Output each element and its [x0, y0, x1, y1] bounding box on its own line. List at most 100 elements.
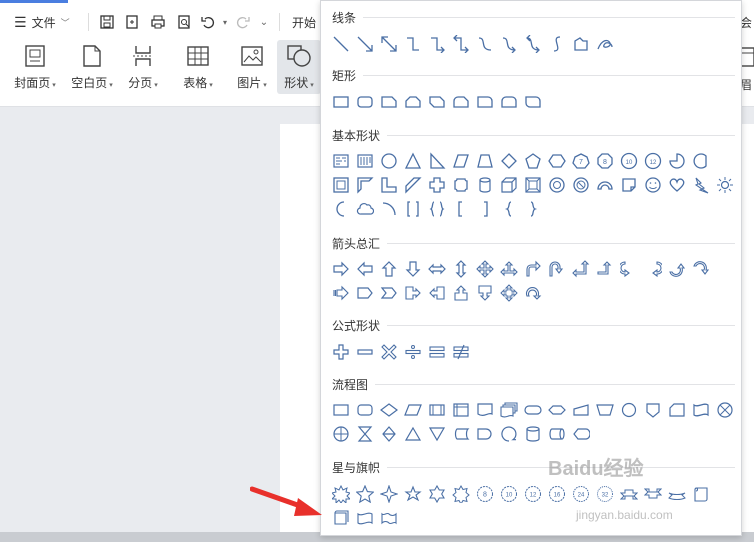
l-shape-icon[interactable] [377, 173, 401, 197]
curved-left-arrow-shape-icon[interactable] [641, 257, 665, 281]
freeform-shape-icon[interactable] [569, 32, 593, 56]
down-arrow-callout-shape-icon[interactable] [473, 281, 497, 305]
bevel-shape-icon[interactable] [521, 173, 545, 197]
curved-double-arrow-connector-shape-icon[interactable] [521, 32, 545, 56]
curved-up-arrow-shape-icon[interactable] [665, 257, 689, 281]
flowchart-or-icon[interactable] [329, 422, 353, 446]
arc-shape-icon[interactable] [377, 197, 401, 221]
frame-shape-icon[interactable] [329, 173, 353, 197]
right-brace-shape-icon[interactable] [521, 197, 545, 221]
bent-arrow-shape-icon[interactable] [521, 257, 545, 281]
left-right-up-arrow-shape-icon[interactable] [497, 257, 521, 281]
flowchart-collate-icon[interactable] [353, 422, 377, 446]
six-point-star-shape-icon[interactable] [425, 482, 449, 506]
round-same-side-rectangle-shape-icon[interactable] [497, 90, 521, 114]
hexagon-shape-icon[interactable] [545, 149, 569, 173]
curved-down-arrow-shape-icon[interactable] [689, 257, 713, 281]
flowchart-extract-icon[interactable] [401, 422, 425, 446]
curve-shape-icon[interactable] [545, 32, 569, 56]
snip-corner-rectangle-shape-icon[interactable] [377, 90, 401, 114]
flowchart-predefined-process-icon[interactable] [425, 398, 449, 422]
tab-start[interactable]: 开始 [292, 14, 316, 31]
block-arc-shape-icon[interactable] [593, 173, 617, 197]
flowchart-decision-icon[interactable] [377, 398, 401, 422]
flowchart-preparation-icon[interactable] [545, 398, 569, 422]
pie-shape-icon[interactable] [665, 149, 689, 173]
pentagon-arrow-shape-icon[interactable] [353, 281, 377, 305]
curved-up-ribbon-shape-icon[interactable] [665, 482, 689, 506]
round-diagonal-rectangle-shape-icon[interactable] [521, 90, 545, 114]
heptagon-shape-icon[interactable]: 7 [569, 149, 593, 173]
four-point-star-shape-icon[interactable] [377, 482, 401, 506]
down-ribbon-shape-icon[interactable] [641, 482, 665, 506]
divide-shape-icon[interactable] [401, 340, 425, 364]
parallelogram-shape-icon[interactable] [449, 149, 473, 173]
undo-dropdown-icon[interactable]: ▾ [219, 11, 231, 33]
arrow-line-shape-icon[interactable] [353, 32, 377, 56]
vertical-text-box-shape-icon[interactable] [353, 149, 377, 173]
double-bracket-shape-icon[interactable] [401, 197, 425, 221]
ten-point-star-shape-icon[interactable]: 10 [497, 482, 521, 506]
chevron-arrow-shape-icon[interactable] [377, 281, 401, 305]
flowchart-alternate-process-icon[interactable] [353, 398, 377, 422]
twenty-four-point-star-shape-icon[interactable]: 24 [569, 482, 593, 506]
right-arrow-callout-shape-icon[interactable] [401, 281, 425, 305]
equal-shape-icon[interactable] [425, 340, 449, 364]
sun-shape-icon[interactable] [713, 173, 737, 197]
save-icon[interactable] [95, 11, 119, 33]
flowchart-card-icon[interactable] [665, 398, 689, 422]
elbow-arrow-connector-shape-icon[interactable] [425, 32, 449, 56]
line-shape-icon[interactable] [329, 32, 353, 56]
plus-shape-icon[interactable] [329, 340, 353, 364]
flowchart-multidocument-icon[interactable] [497, 398, 521, 422]
horizontal-scroll-shape-icon[interactable] [329, 506, 353, 530]
flowchart-merge-icon[interactable] [425, 422, 449, 446]
curved-connector-shape-icon[interactable] [473, 32, 497, 56]
five-point-star-shape-icon[interactable] [353, 482, 377, 506]
flowchart-summing-junction-icon[interactable] [713, 398, 737, 422]
export-icon[interactable] [119, 11, 145, 33]
twelve-point-star-shape-icon[interactable]: 12 [521, 482, 545, 506]
flowchart-sort-icon[interactable] [377, 422, 401, 446]
u-turn-arrow-shape-icon[interactable] [545, 257, 569, 281]
striped-right-arrow-shape-icon[interactable] [329, 281, 353, 305]
can-shape-icon[interactable] [473, 173, 497, 197]
chord-shape-icon[interactable] [689, 149, 713, 173]
right-bracket-shape-icon[interactable] [473, 197, 497, 221]
up-arrow-callout-shape-icon[interactable] [449, 281, 473, 305]
octagon-shape-icon[interactable]: 8 [593, 149, 617, 173]
flowchart-sequential-access-storage-icon[interactable] [497, 422, 521, 446]
cross-shape-icon[interactable] [425, 173, 449, 197]
page-break-button[interactable]: 分页 ▾ [124, 44, 162, 91]
up-ribbon-shape-icon[interactable] [617, 482, 641, 506]
sixteen-point-star-shape-icon[interactable]: 16 [545, 482, 569, 506]
shapes-button[interactable]: 形状 ▾ [277, 40, 321, 94]
left-brace-shape-icon[interactable] [497, 197, 521, 221]
star-shape-icon[interactable] [401, 482, 425, 506]
heart-shape-icon[interactable] [665, 173, 689, 197]
folded-corner-shape-icon[interactable] [617, 173, 641, 197]
explosion-shape-icon[interactable] [329, 482, 353, 506]
curved-arrow-connector-shape-icon[interactable] [497, 32, 521, 56]
flowchart-manual-operation-icon[interactable] [593, 398, 617, 422]
trapezoid-shape-icon[interactable] [473, 149, 497, 173]
picture-button[interactable]: 图片 ▾ [232, 44, 272, 91]
thirty-two-point-star-shape-icon[interactable]: 32 [593, 482, 617, 506]
circular-arrow-shape-icon[interactable] [521, 281, 545, 305]
elbow-double-arrow-connector-shape-icon[interactable] [449, 32, 473, 56]
smiley-face-shape-icon[interactable] [641, 173, 665, 197]
double-wave-shape-icon[interactable] [377, 506, 401, 530]
oval-shape-icon[interactable] [377, 149, 401, 173]
wave-shape-icon[interactable] [353, 506, 377, 530]
up-arrow-shape-icon[interactable] [377, 257, 401, 281]
right-arrow-shape-icon[interactable] [329, 257, 353, 281]
up-down-arrow-shape-icon[interactable] [449, 257, 473, 281]
flowchart-manual-input-icon[interactable] [569, 398, 593, 422]
elbow-connector-shape-icon[interactable] [401, 32, 425, 56]
text-box-shape-icon[interactable] [329, 149, 353, 173]
quad-arrow-shape-icon[interactable] [473, 257, 497, 281]
curved-right-arrow-shape-icon[interactable] [617, 257, 641, 281]
customize-dropdown-icon[interactable]: ⌄ [255, 11, 273, 33]
left-bracket-shape-icon[interactable] [449, 197, 473, 221]
snip-diagonal-rectangle-shape-icon[interactable] [425, 90, 449, 114]
